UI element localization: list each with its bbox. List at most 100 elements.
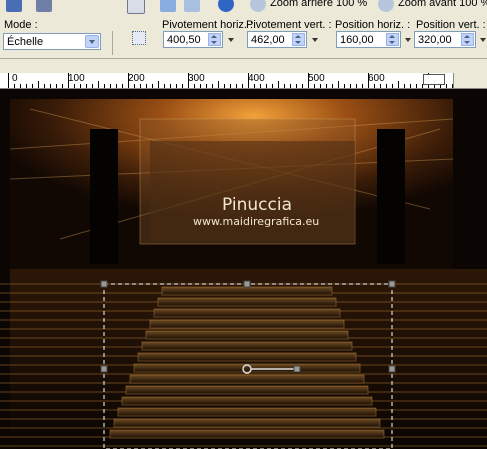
mode-select[interactable]: Échelle (3, 33, 101, 50)
spinner-icon[interactable] (386, 33, 399, 46)
ruler-label-100: 100 (68, 73, 85, 84)
separator (112, 31, 113, 55)
ruler-label-200: 200 (128, 73, 145, 84)
ruler-tick (230, 84, 231, 88)
ruler-tick (248, 73, 249, 88)
pos-v-label: Position vert. : (416, 19, 486, 31)
pos-h-dropdown[interactable] (405, 35, 413, 45)
ruler-tick (104, 84, 105, 88)
ruler-marker[interactable] (423, 74, 445, 85)
ruler-tick (404, 84, 405, 88)
pivot-v-dropdown[interactable] (312, 35, 320, 45)
ruler-tick (302, 84, 303, 88)
ruler-tick (296, 84, 297, 88)
zoom-out-label[interactable]: Zoom arrière 100 % (270, 0, 367, 9)
spinner-icon[interactable] (208, 33, 221, 46)
ruler-tick (206, 84, 207, 88)
ruler-tick (62, 84, 63, 88)
ruler-tick (44, 84, 45, 88)
spinner-icon[interactable] (292, 33, 305, 46)
spinner-icon[interactable] (461, 33, 474, 46)
copy-icon[interactable] (127, 0, 145, 14)
pivot-v-input[interactable]: 462,00 (247, 31, 307, 48)
ruler-tick (86, 84, 87, 88)
ruler-tick (266, 84, 267, 88)
canvas-image (0, 89, 487, 449)
ruler-tick (56, 84, 57, 88)
ruler-tick (8, 73, 9, 88)
main-toolbar: Zoom arrière 100 % Zoom avant 100 % (0, 0, 487, 14)
save-as-icon[interactable] (36, 0, 52, 12)
image-canvas[interactable]: Pinuccia www.maidiregrafica.eu (0, 89, 487, 449)
selection-handle (100, 365, 108, 373)
ruler-tick (176, 84, 177, 88)
anchor-icon[interactable] (132, 31, 146, 45)
pos-v-dropdown[interactable] (480, 35, 487, 45)
ruler-tick (116, 84, 117, 88)
ruler-tick (32, 84, 33, 88)
ruler-tick (110, 84, 111, 88)
ruler-tick (350, 84, 351, 88)
mode-label: Mode : (4, 19, 38, 31)
ruler-label-400: 400 (248, 73, 265, 84)
pivot-h-dropdown[interactable] (228, 35, 236, 45)
ruler-tick (344, 84, 345, 88)
mode-value: Échelle (7, 36, 44, 48)
ruler-tick (254, 84, 255, 88)
tool-options-bar: Mode : Échelle Pivotement horiz. : 400,5… (0, 14, 487, 59)
pos-h-input[interactable]: 160,00 (336, 31, 401, 48)
ruler-tick (80, 84, 81, 88)
info-icon[interactable] (218, 0, 234, 12)
watermark-title: Pinuccia (222, 195, 292, 215)
horizontal-ruler[interactable]: 0 100 200 300 400 500 600 700 (0, 73, 487, 89)
pivot-h-value: 400,50 (167, 34, 201, 46)
ruler-tick (392, 84, 393, 88)
ruler-tick (68, 73, 69, 88)
zoom-in-label[interactable]: Zoom avant 100 % (398, 0, 487, 9)
ruler-tick (236, 84, 237, 88)
redo-icon[interactable] (96, 0, 112, 14)
ruler-tick (14, 84, 15, 88)
save-icon[interactable] (6, 0, 22, 12)
ruler-tick (158, 81, 159, 88)
selection-handle (388, 280, 396, 288)
ruler-tick (212, 84, 213, 88)
pivot-h-input[interactable]: 400,50 (163, 31, 223, 48)
pivot-h-label: Pivotement horiz. : (162, 19, 254, 31)
ruler-tick (98, 81, 99, 88)
ruler-tick (146, 84, 147, 88)
ruler-tick (272, 84, 273, 88)
rotation-handle (293, 365, 301, 373)
images-2-icon[interactable] (184, 0, 200, 12)
pos-h-label: Position horiz. : (335, 19, 411, 31)
ruler-tick (26, 84, 27, 88)
undo-icon[interactable] (72, 0, 88, 14)
ruler-tick (446, 84, 447, 88)
ruler-tick (38, 81, 39, 88)
chevron-down-icon[interactable] (85, 35, 99, 48)
ruler-tick (242, 84, 243, 88)
ruler-tick (200, 84, 201, 88)
ruler-tick (50, 84, 51, 88)
ruler-tick (170, 84, 171, 88)
zoom-out-icon[interactable] (250, 0, 266, 12)
ruler-tick (326, 84, 327, 88)
ruler-tick (410, 84, 411, 88)
pos-v-input[interactable]: 320,00 (414, 31, 476, 48)
ruler-tick (92, 84, 93, 88)
ruler-tick (188, 73, 189, 88)
ruler-tick (164, 84, 165, 88)
zoom-in-icon[interactable] (378, 0, 394, 12)
ruler-tick (362, 84, 363, 88)
ruler-label-600: 600 (368, 73, 385, 84)
ruler-tick (182, 84, 183, 88)
selection-handle (100, 280, 108, 288)
ruler-tick (314, 84, 315, 88)
selection-handle (388, 365, 396, 373)
images-icon[interactable] (160, 0, 176, 12)
ruler-tick (290, 84, 291, 88)
ruler-tick (374, 84, 375, 88)
pivot-v-label: Pivotement vert. : (246, 19, 332, 31)
ruler-tick (368, 73, 369, 88)
ruler-tick (320, 84, 321, 88)
